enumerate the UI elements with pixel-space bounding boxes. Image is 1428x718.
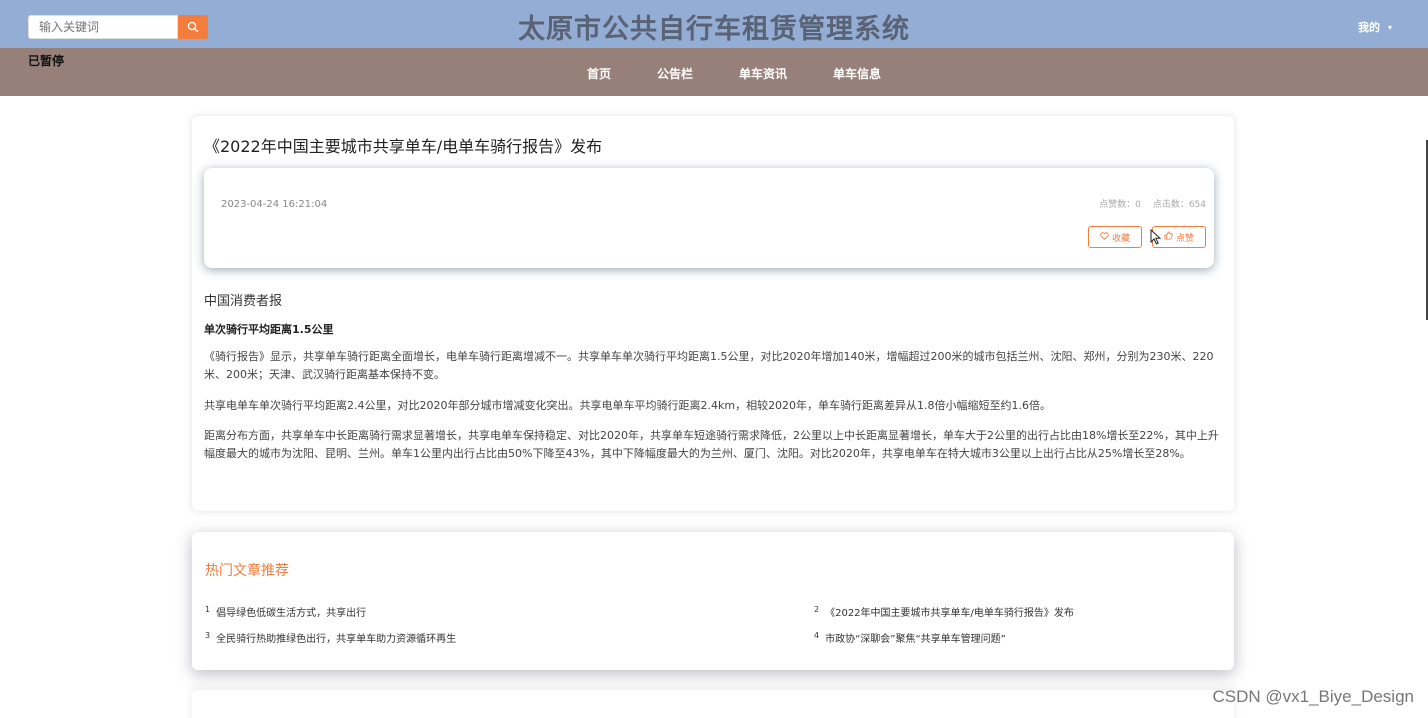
- watermark: CSDN @vx1_Biye_Design: [1212, 687, 1414, 706]
- main-nav: 已暂停 首页 公告栏 单车资讯 单车信息: [0, 48, 1428, 96]
- nav-item-bike-news[interactable]: 单车资讯: [739, 65, 787, 82]
- hot-article-number: 3: [205, 630, 211, 640]
- user-menu[interactable]: 我的 ▾: [1358, 19, 1392, 35]
- mouse-cursor-icon: [1150, 228, 1162, 249]
- hot-article-link: 市政协“深聊会”聚焦“共享单车管理问题”: [825, 634, 1006, 645]
- like-label: 点赞: [1175, 233, 1194, 244]
- user-menu-label: 我的: [1357, 21, 1380, 34]
- nav-item-bike-info[interactable]: 单车信息: [833, 65, 881, 82]
- hot-article-item[interactable]: 4 市政协“深聊会”聚焦“共享单车管理问题”: [814, 630, 1006, 645]
- thumbs-up-icon: [1164, 231, 1173, 243]
- clicks-count: 点击数：654: [1152, 200, 1206, 210]
- hot-article-link: 《2022年中国主要城市共享单车/电单车骑行报告》发布: [825, 608, 1074, 619]
- article-card: 《2022年中国主要城市共享单车/电单车骑行报告》发布 2023-04-24 1…: [192, 116, 1234, 511]
- hot-article-item[interactable]: 1 倡导绿色低碳生活方式，共享出行: [205, 604, 366, 619]
- article-actions: 收藏 点赞: [1088, 226, 1206, 248]
- hot-article-item[interactable]: 2 《2022年中国主要城市共享单车/电单车骑行报告》发布: [814, 604, 1074, 619]
- article-paragraph: 距离分布方面，共享单车中长距离骑行需求显著增长，共享电单车保持稳定、对比2020…: [204, 429, 1219, 460]
- hot-article-number: 4: [814, 630, 820, 640]
- likes-count: 点赞数：0: [1099, 200, 1141, 210]
- hot-article-link: 全民骑行热助推绿色出行，共享单车助力资源循环再生: [216, 634, 457, 645]
- nav-item-notice[interactable]: 公告栏: [657, 65, 693, 82]
- hot-article-link: 倡导绿色低碳生活方式，共享出行: [216, 608, 367, 619]
- hot-articles-title: 热门文章推荐: [205, 563, 289, 579]
- article-subheading: 单次骑行平均距离1.5公里: [204, 323, 334, 336]
- article-source: 中国消费者报: [204, 294, 283, 309]
- nav-links: 首页 公告栏 单车资讯 单车信息: [0, 65, 1428, 82]
- hot-article-item[interactable]: 3 全民骑行热助推绿色出行，共享单车助力资源循环再生: [205, 630, 456, 645]
- hot-article-number: 2: [814, 604, 820, 614]
- top-header: 太原市公共自行车租赁管理系统 我的 ▾: [0, 0, 1428, 48]
- site-title: 太原市公共自行车租赁管理系统: [518, 14, 910, 45]
- hot-articles-card: 热门文章推荐 1 倡导绿色低碳生活方式，共享出行 2 《2022年中国主要城市共享单…: [192, 532, 1234, 670]
- nav-item-home[interactable]: 首页: [587, 65, 611, 82]
- article-title: 《2022年中国主要城市共享单车/电单车骑行报告》发布: [204, 137, 603, 156]
- heart-icon: [1100, 231, 1109, 243]
- article-paragraph: 共享电单车单次骑行平均距离2.4公里，对比2020年部分城市增减变化突出。共享电…: [204, 399, 1052, 412]
- hot-article-number: 1: [205, 604, 211, 614]
- article-paragraph: 《骑行报告》显示，共享单车骑行距离全面增长，电单车骑行距离增减不一。共享单车单次…: [204, 350, 1214, 381]
- next-section-card: [192, 690, 1234, 718]
- article-meta-box: 2023-04-24 16:21:04 点赞数：0 点击数：654 收藏 点赞: [204, 168, 1214, 268]
- chevron-down-icon: ▾: [1387, 22, 1392, 32]
- favorite-label: 收藏: [1111, 233, 1130, 244]
- article-stats: 点赞数：0 点击数：654: [1099, 197, 1206, 210]
- article-date: 2023-04-24 16:21:04: [221, 199, 328, 210]
- favorite-button[interactable]: 收藏: [1088, 226, 1142, 248]
